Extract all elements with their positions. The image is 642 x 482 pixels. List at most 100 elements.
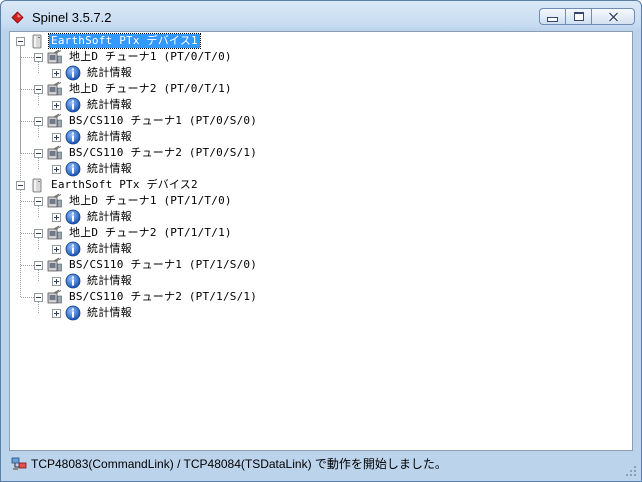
tree-connector-line (38, 206, 39, 217)
tree-node-icon (47, 113, 63, 129)
stats-node[interactable]: 統計情報 (52, 273, 134, 289)
tree-node-label: EarthSoft PTx デバイス2 (51, 178, 198, 191)
tuner-icon (47, 81, 62, 96)
tuner-node[interactable]: BS/CS110 チューナ2 (PT/1/S/1) (34, 289, 259, 305)
stats-node[interactable]: 統計情報 (52, 97, 134, 113)
maximize-button[interactable] (565, 8, 591, 25)
tree-connector-line (20, 190, 21, 297)
stats-node[interactable]: 統計情報 (52, 241, 134, 257)
tree-node-label: BS/CS110 チューナ1 (PT/1/S/0) (69, 258, 258, 271)
tree-node-label: 統計情報 (87, 306, 132, 319)
tree-node-label: 統計情報 (87, 242, 132, 255)
minimize-button[interactable] (539, 8, 565, 25)
tree-node-icon (65, 209, 81, 225)
tuner-icon (47, 257, 62, 272)
tuner-icon (47, 193, 62, 208)
collapse-icon[interactable] (16, 36, 25, 46)
status-text: TCP48083(CommandLink) / TCP48084(TSDataL… (31, 456, 447, 471)
collapse-icon[interactable] (34, 228, 43, 238)
expand-icon[interactable] (52, 276, 61, 286)
tuner-node[interactable]: 地上D チューナ2 (PT/0/T/1) (34, 81, 234, 97)
collapse-icon[interactable] (16, 180, 25, 190)
tree-node-icon (47, 289, 63, 305)
tree-connector-line (20, 46, 21, 180)
tree-node-label: 統計情報 (87, 66, 132, 79)
collapse-icon[interactable] (34, 116, 43, 126)
tree-node-icon (65, 97, 81, 113)
tree-node-icon (29, 177, 45, 193)
stats-node[interactable]: 統計情報 (52, 129, 134, 145)
tree-node-label: 統計情報 (87, 98, 132, 111)
tree-node-label: 地上D チューナ2 (PT/1/T/1) (69, 226, 232, 239)
stats-node[interactable]: 統計情報 (52, 161, 134, 177)
tuner-icon (47, 49, 62, 64)
expand-icon[interactable] (52, 212, 61, 222)
tuner-icon (47, 113, 62, 128)
tree-connector-line (21, 89, 34, 90)
title-bar[interactable]: Spinel 3.5.7.2 (1, 1, 641, 31)
tuner-node[interactable]: 地上D チューナ1 (PT/1/T/0) (34, 193, 234, 209)
window-title: Spinel 3.5.7.2 (32, 10, 112, 25)
tree-node-icon (47, 145, 63, 161)
tuner-node[interactable]: BS/CS110 チューナ1 (PT/0/S/0) (34, 113, 259, 129)
expand-icon[interactable] (52, 164, 61, 174)
tree-connector-line (21, 121, 34, 122)
tree-node-icon (65, 241, 81, 257)
expand-icon[interactable] (52, 132, 61, 142)
collapse-icon[interactable] (34, 260, 43, 270)
tuner-icon (47, 145, 62, 160)
collapse-icon[interactable] (34, 196, 43, 206)
tree-view-panel: EarthSoft PTx デバイス1 地上D チューナ1 (PT/0/T/0) 統… (9, 31, 633, 451)
tree-node-icon (65, 273, 81, 289)
device-node[interactable]: EarthSoft PTx デバイス2 (16, 177, 200, 193)
tree-connector-line (38, 94, 39, 105)
tree-node-label: BS/CS110 チューナ2 (PT/0/S/1) (69, 146, 258, 159)
device-tree: EarthSoft PTx デバイス1 地上D チューナ1 (PT/0/T/0) 統… (10, 32, 630, 450)
tree-node-label: 地上D チューナ1 (PT/1/T/0) (69, 194, 232, 207)
resize-grip-icon[interactable] (625, 465, 637, 477)
tree-node-icon (65, 161, 81, 177)
expand-icon[interactable] (52, 308, 61, 318)
info-icon (65, 305, 81, 321)
tree-connector-line (21, 297, 34, 298)
tree-node-label: 統計情報 (87, 274, 132, 287)
tuner-icon (47, 289, 62, 304)
tree-connector-line (21, 57, 34, 58)
network-icon (11, 457, 27, 470)
tuner-node[interactable]: BS/CS110 チューナ1 (PT/1/S/0) (34, 257, 259, 273)
tuner-node[interactable]: BS/CS110 チューナ2 (PT/0/S/1) (34, 145, 259, 161)
tuner-node[interactable]: 地上D チューナ1 (PT/0/T/0) (34, 49, 234, 65)
collapse-icon[interactable] (34, 148, 43, 158)
tree-node-label: BS/CS110 チューナ1 (PT/0/S/0) (69, 114, 258, 127)
expand-icon[interactable] (52, 100, 61, 110)
tree-node-label: 地上D チューナ2 (PT/0/T/1) (69, 82, 232, 95)
tree-node-icon (29, 33, 45, 49)
stats-node[interactable]: 統計情報 (52, 209, 134, 225)
tree-connector-line (21, 265, 34, 266)
device-node[interactable]: EarthSoft PTx デバイス1 (16, 33, 201, 49)
maximize-icon (573, 12, 584, 21)
info-icon (65, 241, 81, 257)
stats-node[interactable]: 統計情報 (52, 305, 134, 321)
tree-node-icon (65, 305, 81, 321)
status-bar: TCP48083(CommandLink) / TCP48084(TSDataL… (9, 452, 633, 474)
tree-node-label: 統計情報 (87, 130, 132, 143)
close-button[interactable] (591, 8, 635, 25)
collapse-icon[interactable] (34, 84, 43, 94)
expand-icon[interactable] (52, 244, 61, 254)
info-icon (65, 161, 81, 177)
info-icon (65, 129, 81, 145)
stats-node[interactable]: 統計情報 (52, 65, 134, 81)
collapse-icon[interactable] (34, 292, 43, 302)
tree-connector-line (21, 201, 34, 202)
tree-connector-line (21, 233, 34, 234)
minimize-icon (547, 16, 558, 22)
collapse-icon[interactable] (34, 52, 43, 62)
tree-node-icon (47, 81, 63, 97)
tree-node-label: 統計情報 (87, 162, 132, 175)
tuner-node[interactable]: 地上D チューナ2 (PT/1/T/1) (34, 225, 234, 241)
tree-node-icon (65, 65, 81, 81)
close-icon (607, 11, 619, 22)
device-icon (32, 34, 42, 48)
expand-icon[interactable] (52, 68, 61, 78)
